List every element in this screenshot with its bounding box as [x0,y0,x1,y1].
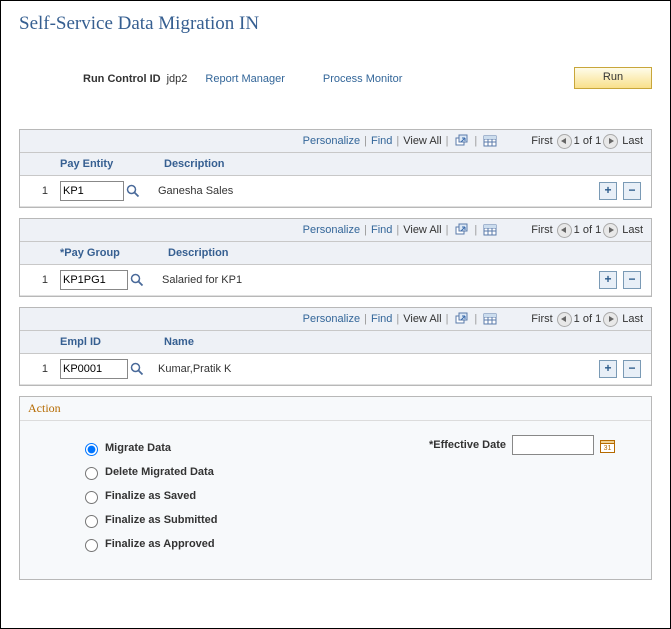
row-count: 1 of 1 [574,135,602,147]
zoom-icon[interactable] [454,134,468,148]
grid-toolbar: Personalize|Find|View All||First1 of 1La… [20,308,651,331]
action-radio[interactable] [85,491,98,504]
delete-row-button[interactable]: − [623,360,641,378]
download-icon[interactable] [483,223,497,237]
find-link[interactable]: Find [371,135,392,147]
action-option-label: Finalize as Saved [105,490,196,502]
next-icon[interactable] [603,223,618,238]
first-label[interactable]: First [531,313,552,325]
action-option: Finalize as Approved [80,533,623,555]
column-header[interactable]: *Pay Group [54,247,162,259]
action-option-label: Delete Migrated Data [105,466,214,478]
action-option: Finalize as Submitted [80,509,623,531]
grid: Personalize|Find|View All||First1 of 1La… [19,218,652,297]
run-control-value: jdp2 [167,73,188,85]
personalize-link[interactable]: Personalize [303,224,360,236]
column-header[interactable]: Description [162,247,581,259]
grid-header: Pay EntityDescription [20,153,651,176]
row-number: 1 [20,185,54,197]
process-monitor-link[interactable]: Process Monitor [323,73,402,85]
prev-icon[interactable] [557,312,572,327]
personalize-link[interactable]: Personalize [303,313,360,325]
run-control-label: Run Control ID [83,73,161,85]
table-row: 1 Kumar,Pratik K +− [20,354,651,385]
action-radio[interactable] [85,467,98,480]
calendar-icon[interactable]: 31 [600,438,615,453]
lookup-icon[interactable] [130,362,144,376]
lookup-icon[interactable] [130,273,144,287]
action-option-label: Finalize as Submitted [105,514,217,526]
action-option-label: Finalize as Approved [105,538,215,550]
table-row: 1 Salaried for KP1 +− [20,265,651,296]
lookup-icon[interactable] [126,184,140,198]
next-icon[interactable] [603,312,618,327]
row-count: 1 of 1 [574,313,602,325]
action-radio[interactable] [85,515,98,528]
action-radio[interactable] [85,443,98,456]
key-input[interactable] [60,270,128,290]
page-title: Self-Service Data Migration IN [19,13,652,35]
run-button[interactable]: Run [574,67,652,89]
description-cell: Ganesha Sales [152,185,581,197]
row-number: 1 [20,274,54,286]
view-all-link[interactable]: View All [403,313,441,325]
row-count: 1 of 1 [574,224,602,236]
find-link[interactable]: Find [371,313,392,325]
personalize-link[interactable]: Personalize [303,135,360,147]
column-header[interactable]: Empl ID [54,336,158,348]
effective-date-row: *Effective Date 31 [429,435,615,455]
grid-toolbar: Personalize|Find|View All||First1 of 1La… [20,219,651,242]
add-row-button[interactable]: + [599,360,617,378]
svg-text:31: 31 [604,445,612,452]
prev-icon[interactable] [557,223,572,238]
run-control-row: Run Control ID jdp2 Report Manager Proce… [83,69,652,89]
page-frame: Self-Service Data Migration IN Run Contr… [0,0,671,629]
grid-header: Empl IDName [20,331,651,354]
effective-date-label: *Effective Date [429,439,506,451]
key-input[interactable] [60,359,128,379]
key-input[interactable] [60,181,124,201]
next-icon[interactable] [603,134,618,149]
delete-row-button[interactable]: − [623,182,641,200]
grid-header: *Pay GroupDescription [20,242,651,265]
report-manager-link[interactable]: Report Manager [205,73,285,85]
last-label[interactable]: Last [622,135,643,147]
first-label[interactable]: First [531,135,552,147]
action-radio[interactable] [85,539,98,552]
action-section: Action Migrate Data Delete Migrated Data F… [19,396,652,580]
download-icon[interactable] [483,134,497,148]
action-body: Migrate Data Delete Migrated Data Finalize… [20,421,651,579]
description-cell: Kumar,Pratik K [152,363,581,375]
row-number: 1 [20,363,54,375]
grid-toolbar: Personalize|Find|View All||First1 of 1La… [20,130,651,153]
action-option: Delete Migrated Data [80,461,623,483]
action-title: Action [20,397,651,421]
column-header[interactable]: Description [158,158,581,170]
add-row-button[interactable]: + [599,271,617,289]
action-option-label: Migrate Data [105,442,171,454]
download-icon[interactable] [483,312,497,326]
grid: Personalize|Find|View All||First1 of 1La… [19,129,652,208]
effective-date-input[interactable] [512,435,594,455]
column-header[interactable]: Name [158,336,581,348]
last-label[interactable]: Last [622,224,643,236]
action-option: Finalize as Saved [80,485,623,507]
view-all-link[interactable]: View All [403,135,441,147]
first-label[interactable]: First [531,224,552,236]
last-label[interactable]: Last [622,313,643,325]
zoom-icon[interactable] [454,223,468,237]
find-link[interactable]: Find [371,224,392,236]
description-cell: Salaried for KP1 [156,274,581,286]
delete-row-button[interactable]: − [623,271,641,289]
view-all-link[interactable]: View All [403,224,441,236]
add-row-button[interactable]: + [599,182,617,200]
table-row: 1 Ganesha Sales +− [20,176,651,207]
grid: Personalize|Find|View All||First1 of 1La… [19,307,652,386]
prev-icon[interactable] [557,134,572,149]
zoom-icon[interactable] [454,312,468,326]
column-header[interactable]: Pay Entity [54,158,158,170]
